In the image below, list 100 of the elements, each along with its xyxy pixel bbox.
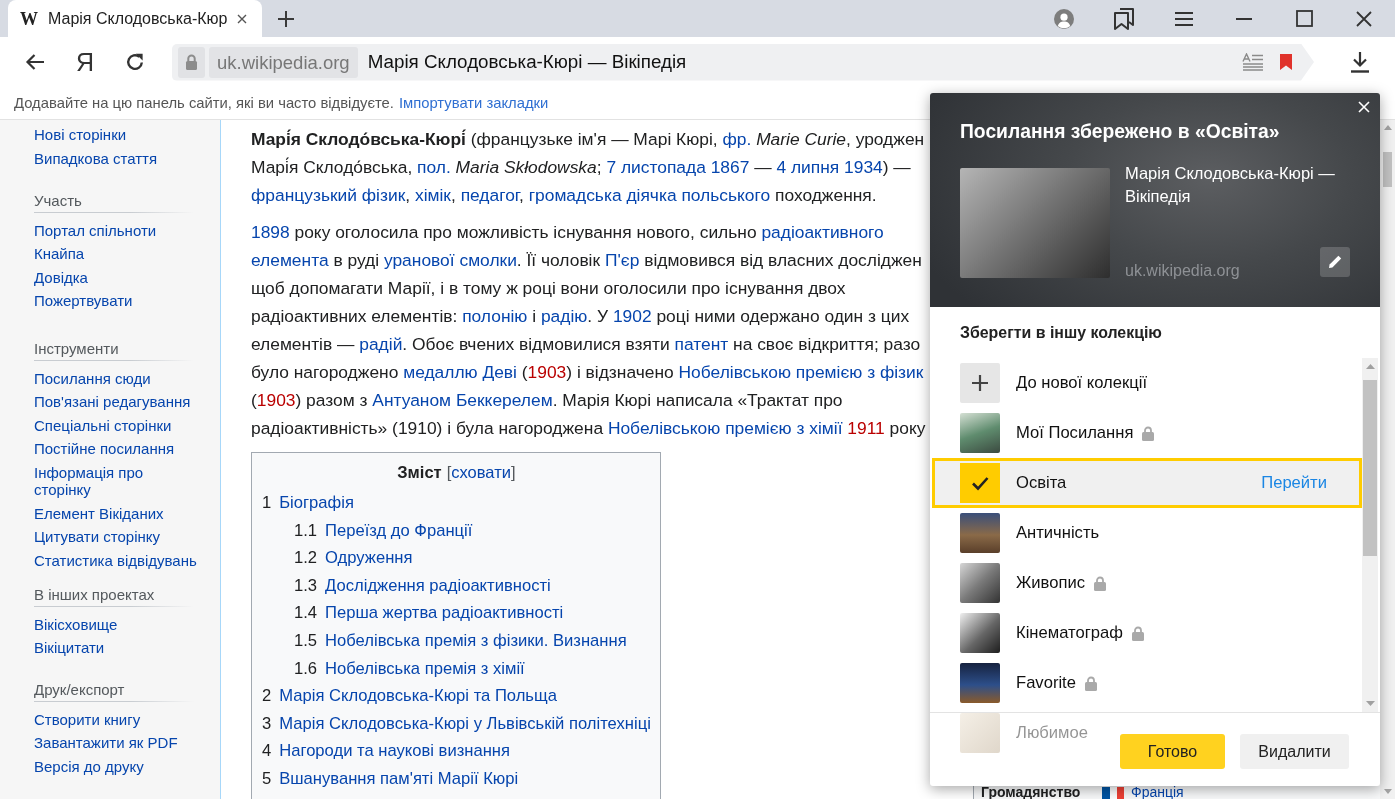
article-link[interactable]: педагог bbox=[460, 185, 520, 205]
article-link[interactable]: патент bbox=[674, 334, 729, 354]
toc-title: Зміст bbox=[397, 463, 442, 481]
toc-link[interactable]: 1.6 Нобелівська премія з хімії bbox=[294, 658, 525, 678]
article-link[interactable]: П'єр bbox=[604, 250, 640, 270]
sidebar-link[interactable]: Пожертвувати bbox=[34, 292, 133, 310]
collection-item[interactable]: Освіта Перейти bbox=[932, 458, 1362, 508]
article-link[interactable]: 4 липня 1934 bbox=[776, 157, 883, 177]
sidebar-link[interactable]: Випадкова стаття bbox=[34, 150, 158, 168]
sidebar-link[interactable]: Вікіцитати bbox=[34, 639, 105, 657]
bookmarks-bar-hint: Додавайте на цю панель сайти, які ви часто відвідуєте. bbox=[14, 94, 394, 112]
sidebar-link[interactable]: Версія до друку bbox=[34, 757, 144, 775]
article-link[interactable]: пол. bbox=[417, 157, 451, 177]
page-domain: uk.wikipedia.org bbox=[1125, 262, 1240, 280]
toc-link[interactable]: 3 Марія Склодовська-Кюрі у Львівській політехніці bbox=[262, 713, 651, 733]
article-link[interactable]: полонію bbox=[462, 306, 528, 326]
toc-link[interactable]: 1.5 Нобелівська премія з фізики. Визнання bbox=[294, 630, 627, 650]
back-arrow-icon[interactable] bbox=[25, 53, 45, 71]
scrollbar-thumb[interactable] bbox=[1363, 380, 1377, 556]
toc-link[interactable]: 5 Вшанування пам'яті Марії Кюрі bbox=[262, 768, 519, 788]
logo-button[interactable]: Я bbox=[75, 47, 95, 77]
collection-item[interactable]: Мої Посилання bbox=[932, 408, 1158, 458]
bookmarks-icon[interactable] bbox=[1114, 7, 1134, 30]
article-link[interactable]: радій bbox=[359, 334, 403, 354]
article-link[interactable]: Антуаном Беккерелем bbox=[372, 390, 553, 410]
article-link[interactable]: радію bbox=[540, 306, 588, 326]
collection-item[interactable]: До нової колекції bbox=[932, 358, 1151, 408]
sidebar-link[interactable]: Спеціальні сторінки bbox=[34, 416, 172, 434]
bookmark-icon[interactable] bbox=[1279, 53, 1293, 71]
delete-button[interactable]: Видалити bbox=[1240, 734, 1349, 769]
sidebar-link[interactable]: Довідка bbox=[34, 268, 88, 286]
sidebar-link[interactable]: Пов'язані редагування bbox=[34, 393, 191, 411]
toc-link[interactable]: 1.4 Перша жертва радіоактивності bbox=[294, 603, 564, 623]
article-link[interactable]: 1902 bbox=[612, 306, 652, 326]
sidebar-link[interactable]: Кнайпа bbox=[34, 245, 85, 263]
page-title: Марія Склодовська-Кюрі — Вікіпедія bbox=[1125, 163, 1336, 207]
check-icon bbox=[960, 463, 1000, 503]
reader-mode-icon[interactable] bbox=[1242, 53, 1264, 71]
maximize-icon[interactable] bbox=[1295, 10, 1313, 27]
done-button[interactable]: Готово bbox=[1120, 734, 1225, 769]
article-link[interactable]: французький фізик bbox=[251, 185, 406, 205]
plus-icon[interactable] bbox=[277, 9, 295, 28]
domain-label: uk.wikipedia.org bbox=[209, 46, 358, 78]
collection-item[interactable]: Живопис bbox=[932, 558, 1109, 608]
article-link[interactable]: 7 листопада 1867 bbox=[606, 157, 750, 177]
toc-toggle-link[interactable]: [сховати] bbox=[446, 463, 516, 481]
sidebar-heading: В інших проектах bbox=[34, 585, 155, 603]
sidebar-link[interactable]: Цитувати сторінку bbox=[34, 528, 160, 546]
article-link[interactable]: Нобелівською премією з хімії bbox=[607, 418, 843, 438]
import-bookmarks-link[interactable]: Імпортувати закладки bbox=[398, 94, 549, 112]
toc-link[interactable]: 4 Нагороди та наукові визнання bbox=[262, 741, 510, 761]
minimize-icon[interactable] bbox=[1236, 17, 1252, 20]
article-link[interactable]: 1911 bbox=[847, 418, 885, 438]
close-icon[interactable] bbox=[237, 13, 247, 24]
download-icon[interactable] bbox=[1349, 51, 1371, 73]
toc-link[interactable]: 1.1 Переїзд до Франції bbox=[294, 520, 473, 540]
article-link[interactable]: хімік bbox=[414, 185, 451, 205]
article-link[interactable]: радіоактивного bbox=[761, 222, 884, 242]
close-icon[interactable] bbox=[1356, 10, 1372, 27]
address-field[interactable]: uk.wikipedia.org Марія Склодовська-Кюрі — Вікіпедія bbox=[172, 43, 1314, 81]
article-link[interactable]: громадська діячка польського bbox=[528, 185, 771, 205]
collection-item[interactable]: Античність bbox=[932, 508, 1103, 558]
menu-icon[interactable] bbox=[1175, 11, 1193, 26]
article-link[interactable]: 1903 bbox=[256, 390, 296, 410]
article-link[interactable]: 1903 bbox=[527, 362, 567, 382]
article-link[interactable]: Нобелівською премією з фізик bbox=[678, 362, 924, 382]
sidebar-link[interactable]: Портал спільноти bbox=[34, 221, 157, 239]
list-scrollbar[interactable] bbox=[1362, 358, 1378, 712]
sidebar-link[interactable]: Посилання сюди bbox=[34, 369, 151, 387]
scrollbar-thumb[interactable] bbox=[1383, 152, 1392, 187]
sidebar-link[interactable]: Елемент Вікіданих bbox=[34, 504, 164, 522]
toc-link[interactable]: 1 Біографія bbox=[262, 493, 354, 512]
sidebar-link[interactable]: Нові сторінки bbox=[34, 126, 127, 144]
page-scrollbar[interactable] bbox=[1380, 120, 1395, 799]
toc-link[interactable]: 2 Марія Склодовська-Кюрі та Польща bbox=[262, 686, 557, 706]
browser-tab[interactable]: W Марія Склодовська-Кюр bbox=[8, 0, 262, 37]
collection-item[interactable]: Кінематограф bbox=[932, 608, 1147, 658]
sidebar-link[interactable]: Завантажити як PDF bbox=[34, 734, 178, 752]
user-avatar-icon[interactable] bbox=[1054, 8, 1074, 29]
article-link[interactable]: елемента bbox=[251, 250, 329, 270]
sidebar-link[interactable]: Інформація про сторінку bbox=[34, 464, 202, 498]
pencil-icon[interactable] bbox=[1320, 247, 1350, 277]
sidebar-link[interactable]: Вікісховище bbox=[34, 615, 118, 633]
infobox-link[interactable]: Франція bbox=[1131, 786, 1184, 799]
article-link[interactable]: медаллю Деві bbox=[403, 362, 517, 382]
toc-link[interactable]: 1.3 Дослідження радіоактивності bbox=[294, 575, 551, 595]
dialog-title: Посилання збережено в «Освіта» bbox=[960, 120, 1281, 144]
photo-placeholder bbox=[960, 513, 1000, 553]
collection-item[interactable]: Favorite bbox=[932, 658, 1100, 708]
sidebar-link[interactable]: Постійне посилання bbox=[34, 440, 175, 458]
toc-link[interactable]: 1.2 Одруження bbox=[294, 548, 413, 568]
reload-icon[interactable] bbox=[125, 52, 145, 72]
lock-icon[interactable] bbox=[178, 46, 205, 78]
article-link[interactable]: 1898 bbox=[251, 222, 290, 242]
photo-placeholder bbox=[960, 663, 1000, 703]
article-link[interactable]: фр. bbox=[722, 129, 752, 149]
article-link[interactable]: уранової смолки bbox=[383, 250, 517, 270]
sidebar-link[interactable]: Статистика відвідувань bbox=[34, 551, 197, 569]
sidebar-heading: Участь bbox=[34, 191, 82, 209]
sidebar-link[interactable]: Створити книгу bbox=[34, 710, 141, 728]
